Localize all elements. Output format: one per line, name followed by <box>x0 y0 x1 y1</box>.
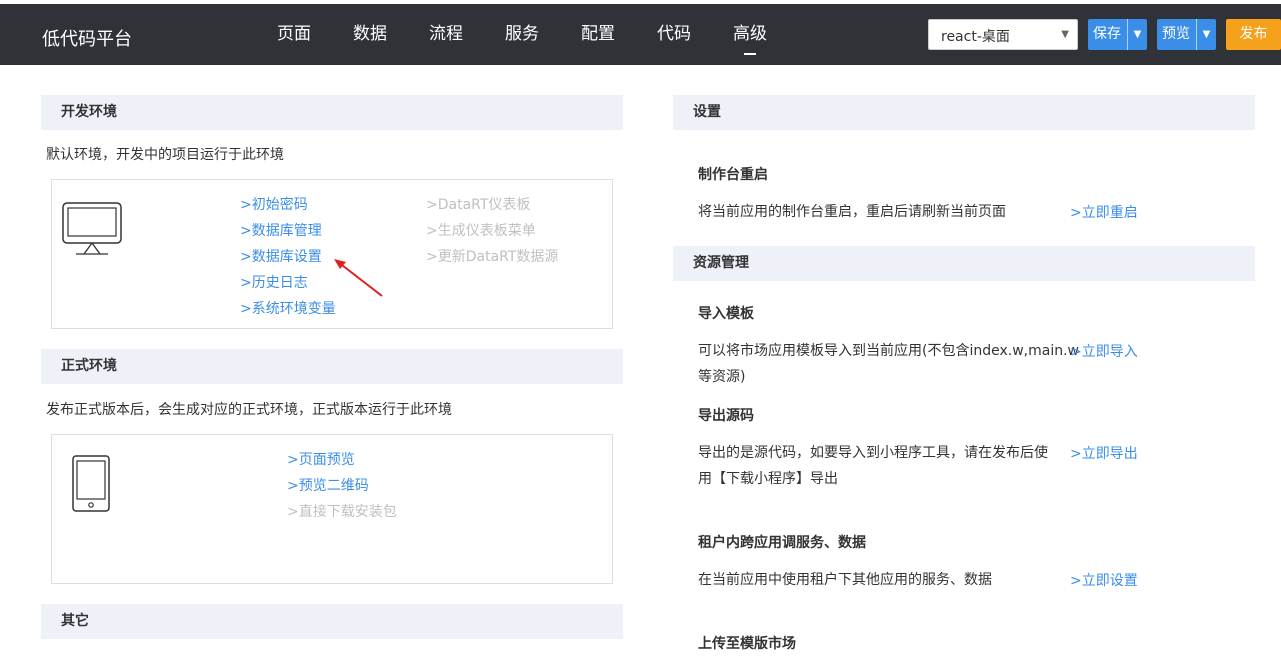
publish-button[interactable]: 发布 <box>1226 19 1281 50</box>
link-update-datart-source: >更新DataRT数据源 <box>426 249 559 265</box>
preview-dropdown-icon[interactable]: ▼ <box>1196 19 1216 50</box>
settings-header: 设置 <box>673 95 1255 130</box>
save-dropdown-icon[interactable]: ▼ <box>1127 19 1147 50</box>
brand-title: 低代码平台 <box>42 29 132 50</box>
preview-label: 预览 <box>1162 26 1190 42</box>
import-desc-2: 等资源) <box>698 369 746 385</box>
nav-advanced[interactable]: 高级 <box>712 4 788 65</box>
link-initial-password[interactable]: >初始密码 <box>240 194 308 214</box>
prod-env-box: >页面预览 >预览二维码 >直接下载安装包 <box>51 434 613 584</box>
dev-env-desc: 默认环境，开发中的项目运行于此环境 <box>46 147 284 163</box>
nav-data[interactable]: 数据 <box>332 4 408 65</box>
nav-services[interactable]: 服务 <box>484 4 560 65</box>
save-label: 保存 <box>1093 26 1121 42</box>
link-download-package: >直接下载安装包 <box>287 504 397 520</box>
env-select-value: react-桌面 <box>941 29 1010 45</box>
main-nav: 页面 数据 流程 服务 配置 代码 高级 <box>256 4 788 65</box>
link-preview-qrcode[interactable]: >预览二维码 <box>287 475 369 495</box>
link-gen-dashboard-menu: >生成仪表板菜单 <box>426 223 536 239</box>
tenant-desc: 在当前应用中使用租户下其他应用的服务、数据 <box>698 572 992 588</box>
nav-config[interactable]: 配置 <box>560 4 636 65</box>
link-datart-dashboard: >DataRT仪表板 <box>426 197 531 213</box>
prod-env-header: 正式环境 <box>41 349 623 384</box>
import-desc-1: 可以将市场应用模板导入到当前应用(不包含index.w,main.w <box>698 343 1079 359</box>
export-desc-2: 用【下载小程序】导出 <box>698 471 838 487</box>
nav-flow[interactable]: 流程 <box>408 4 484 65</box>
env-select[interactable]: react-桌面 ▼ <box>928 19 1078 50</box>
link-db-settings[interactable]: >数据库设置 <box>240 246 322 266</box>
import-title: 导入模板 <box>698 306 754 322</box>
publish-label: 发布 <box>1239 26 1268 42</box>
monitor-icon <box>62 202 122 255</box>
tenant-title: 租户内跨应用调服务、数据 <box>698 535 866 551</box>
upload-market-title: 上传至模版市场 <box>698 636 796 652</box>
restart-desc: 将当前应用的制作台重启，重启后请刷新当前页面 <box>698 204 1006 220</box>
export-link[interactable]: >立即导出 <box>1070 443 1138 463</box>
nav-code[interactable]: 代码 <box>636 4 712 65</box>
restart-link[interactable]: >立即重启 <box>1070 202 1138 222</box>
chevron-down-icon: ▼ <box>1061 29 1069 40</box>
dev-env-box: >初始密码 >数据库管理 >数据库设置 >历史日志 >系统环境变量 >DataR… <box>51 179 613 329</box>
resources-header: 资源管理 <box>673 246 1255 281</box>
link-env-vars[interactable]: >系统环境变量 <box>240 298 336 318</box>
import-link[interactable]: >立即导入 <box>1070 341 1138 361</box>
preview-button[interactable]: 预览 ▼ <box>1157 19 1216 50</box>
nav-pages[interactable]: 页面 <box>256 4 332 65</box>
top-bar: 低代码平台 页面 数据 流程 服务 配置 代码 高级 react-桌面 ▼ 保存… <box>0 4 1281 65</box>
export-title: 导出源码 <box>698 408 754 424</box>
link-db-manage[interactable]: >数据库管理 <box>240 220 322 240</box>
arrow-annotation-icon <box>334 259 383 297</box>
restart-title: 制作台重启 <box>698 167 768 183</box>
tenant-link[interactable]: >立即设置 <box>1070 570 1138 590</box>
prod-env-desc: 发布正式版本后，会生成对应的正式环境，正式版本运行于此环境 <box>46 402 452 418</box>
link-history-log[interactable]: >历史日志 <box>240 272 308 292</box>
other-header: 其它 <box>41 604 623 639</box>
save-button[interactable]: 保存 ▼ <box>1088 19 1147 50</box>
link-page-preview[interactable]: >页面预览 <box>287 449 355 469</box>
tablet-icon <box>72 455 110 512</box>
export-desc-1: 导出的是源代码，如要导入到小程序工具，请在发布后使 <box>698 445 1048 461</box>
dev-env-header: 开发环境 <box>41 95 623 130</box>
